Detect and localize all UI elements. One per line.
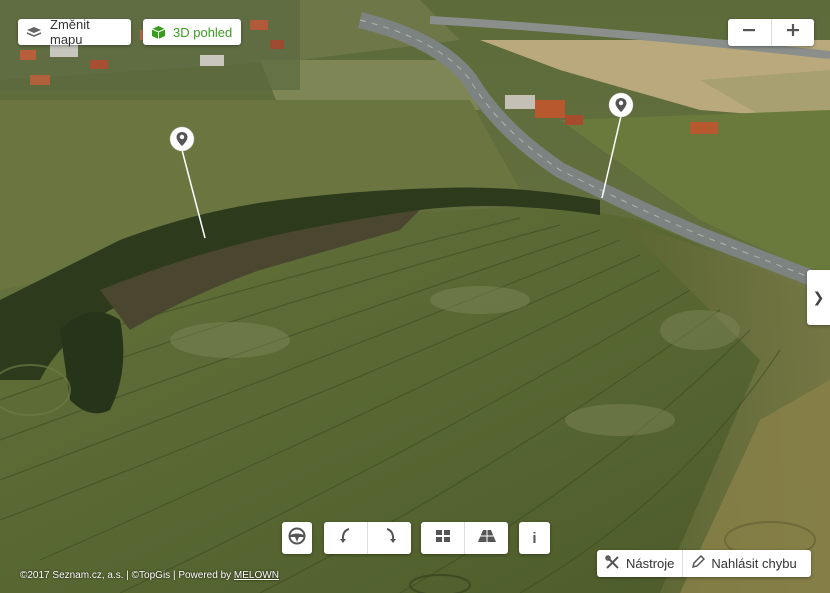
rotate-left-icon [339,527,353,550]
report-error-button[interactable]: Nahlásit chybu [682,550,804,577]
aerial-3d-map[interactable] [0,0,830,593]
layers-icon [26,26,42,38]
info-icon: i [532,529,537,547]
steering-wheel-icon [288,527,306,550]
zoom-out-button[interactable] [728,19,771,46]
map-pin-icon[interactable] [596,92,636,207]
rotate-control [324,522,411,554]
tools-button[interactable]: Nástroje [597,550,682,577]
tilt-view-button[interactable] [464,522,508,554]
tilt-view-icon [477,529,497,548]
info-button[interactable]: i [519,522,550,554]
map-pin-icon[interactable] [169,126,209,246]
zoom-control [728,19,814,46]
copyright-notice: ©2017 Seznam.cz, a.s. | ©TopGis | Powere… [20,570,279,581]
side-panel-toggle[interactable]: ❯ [807,270,830,325]
view-3d-button[interactable]: 3D pohled [143,19,241,45]
chevron-right-icon: ❯ [812,289,825,305]
cube-icon [151,25,166,40]
rotate-left-button[interactable] [324,522,367,554]
change-map-button[interactable]: Změnit mapu [18,17,131,47]
report-error-label: Nahlásit chybu [711,556,797,571]
rotate-right-button[interactable] [367,522,411,554]
melown-link[interactable]: MELOWN [234,570,279,581]
change-map-label: Změnit mapu [50,17,90,47]
steering-button[interactable] [282,522,312,554]
plus-icon [786,23,800,42]
tools-label: Nástroje [626,556,675,571]
zoom-in-button[interactable] [770,19,815,46]
tools-icon [605,554,620,573]
steering-control [282,522,312,554]
rotate-right-icon [383,527,397,550]
tools-bar: Nástroje Nahlásit chybu [597,550,811,577]
grid-view-icon [435,529,451,548]
pencil-icon [691,554,706,572]
view-mode-control [421,522,508,554]
copyright-text: ©2017 Seznam.cz, a.s. | ©TopGis | Powere… [20,570,234,581]
info-control: i [519,522,550,554]
view-3d-label: 3D pohled [173,24,233,40]
minus-icon [742,23,756,42]
grid-view-button[interactable] [421,522,464,554]
